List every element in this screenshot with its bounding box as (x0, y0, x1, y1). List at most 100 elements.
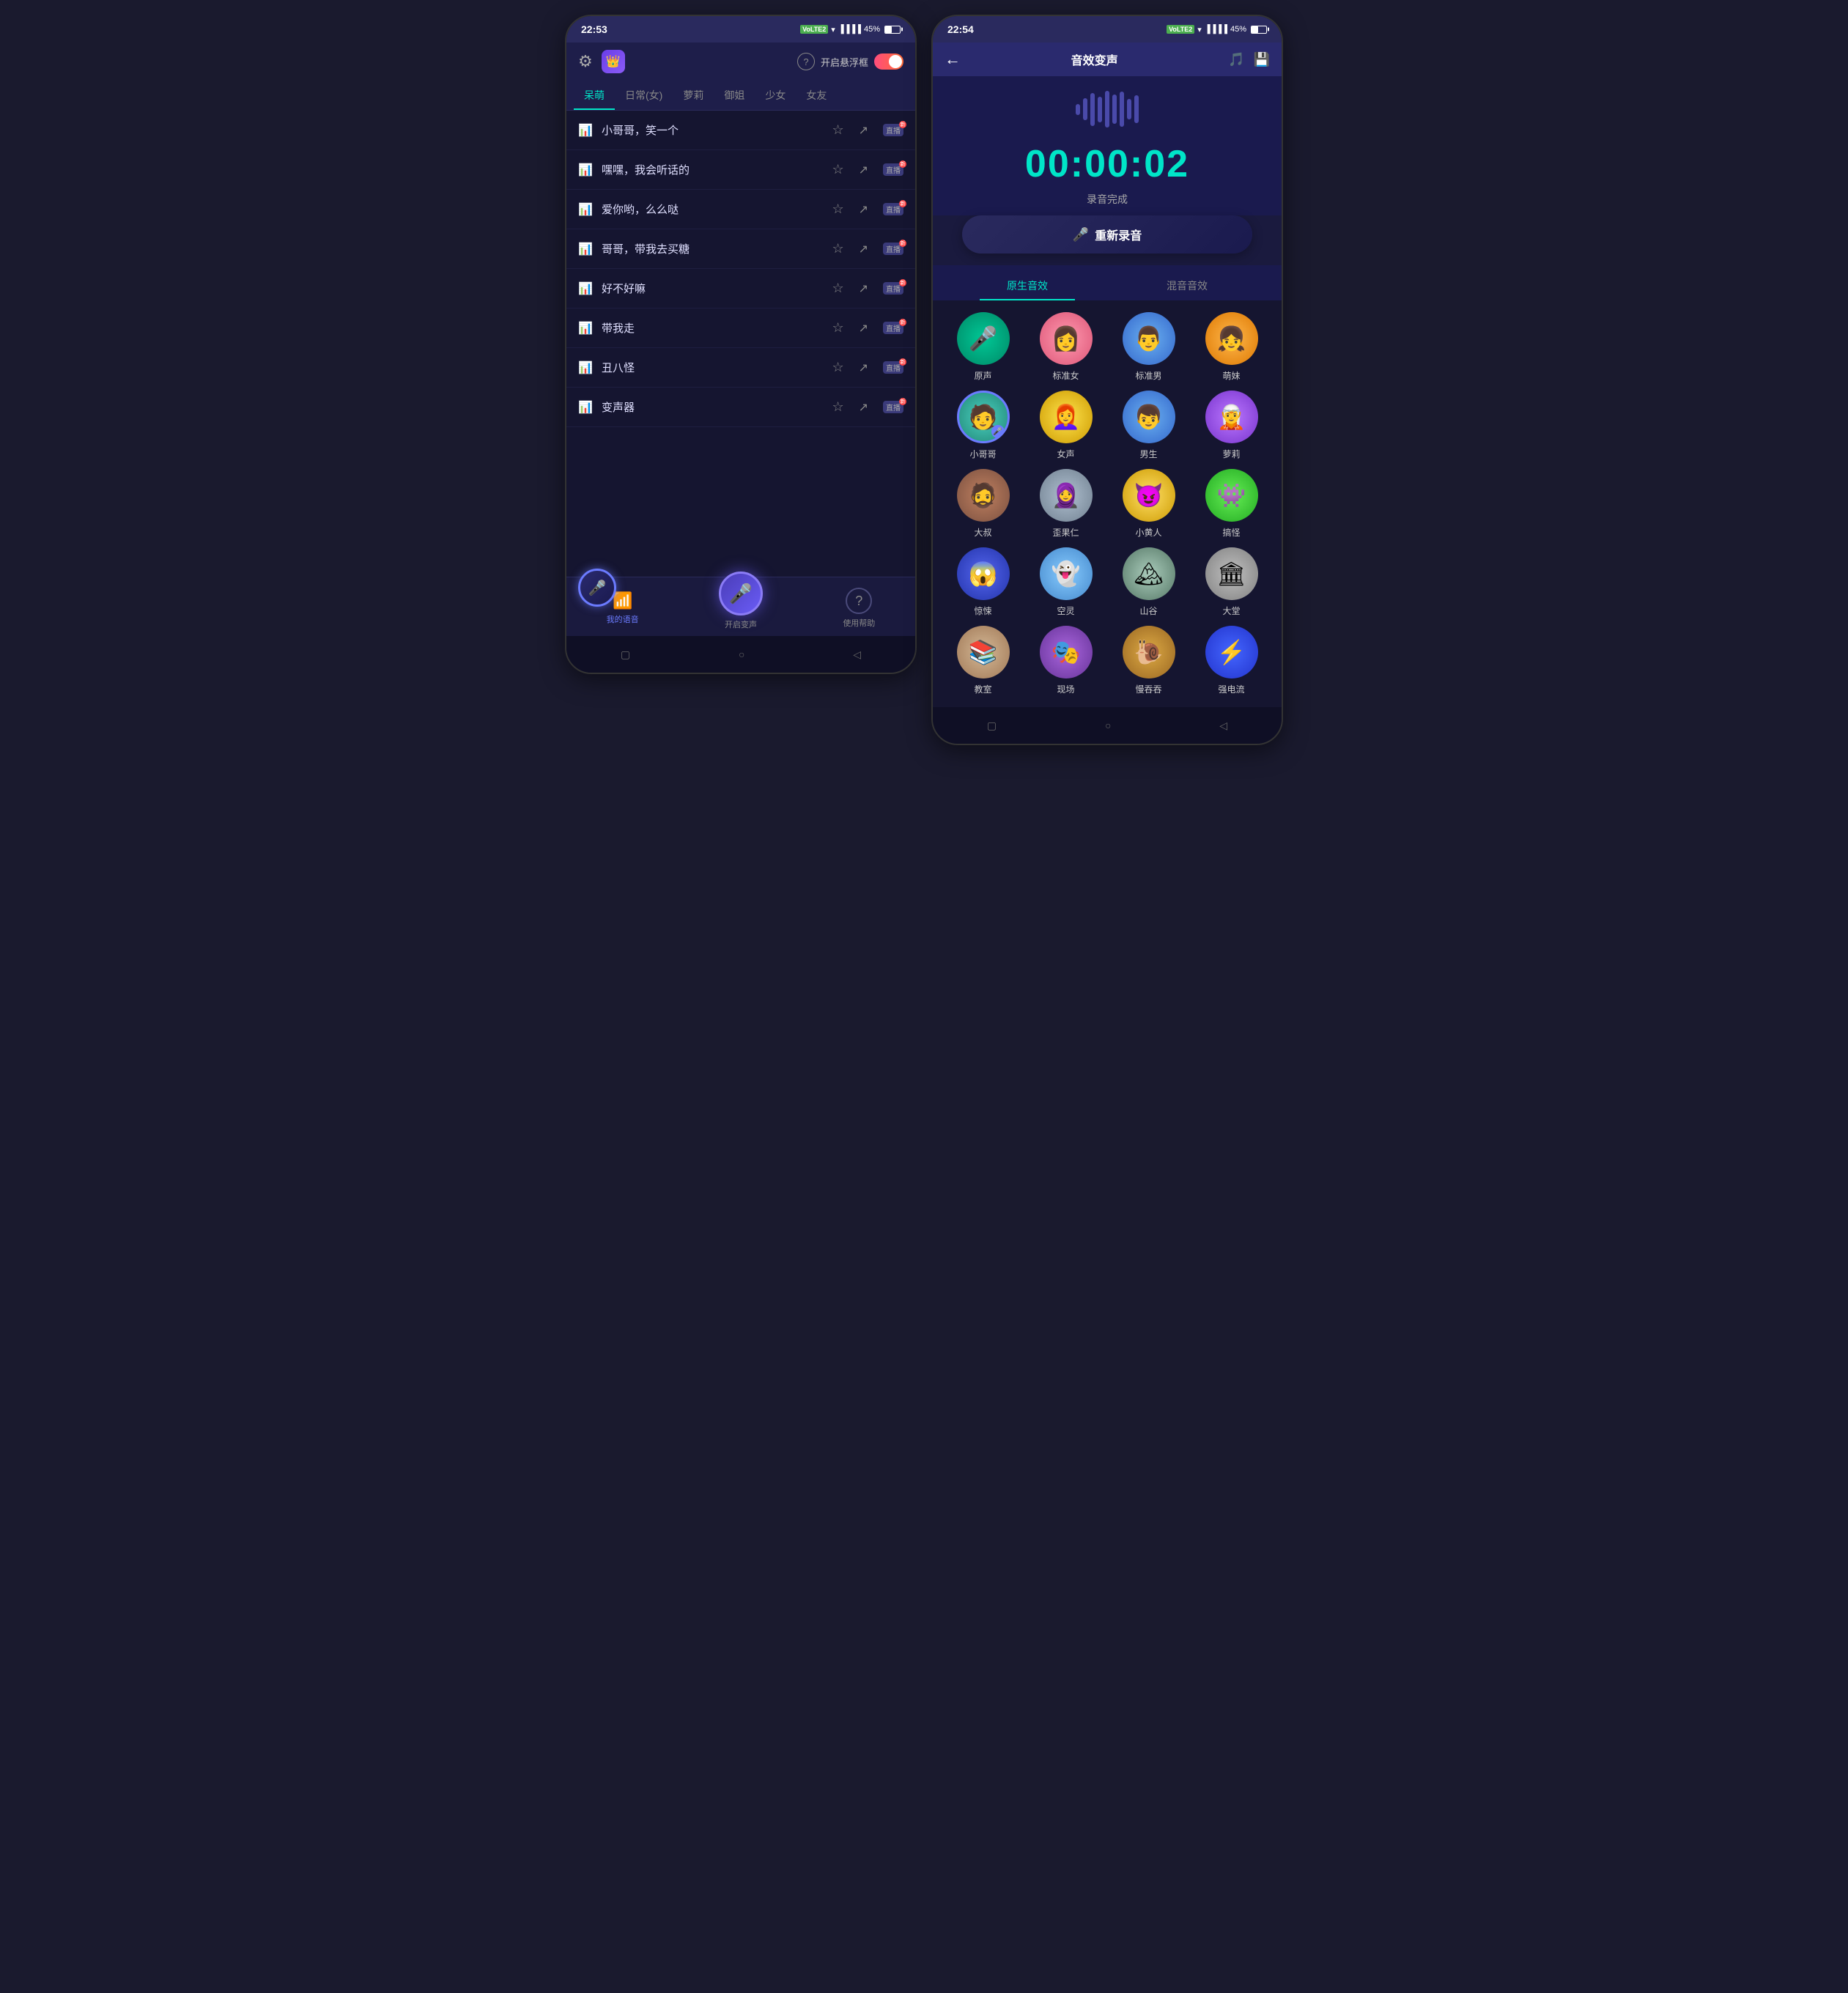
effect-electric[interactable]: ⚡ 强电流 (1193, 626, 1270, 695)
voice-item-2[interactable]: 📊 嘿嘿，我会听话的 ☆ ↗ 直播 新 (566, 150, 915, 190)
effect-name-classroom: 教室 (974, 683, 991, 695)
star-icon-5[interactable]: ☆ (832, 281, 843, 296)
save-icon[interactable]: 💾 (1254, 52, 1270, 67)
effect-classroom[interactable]: 📚 教室 (945, 626, 1021, 695)
crown-icon[interactable]: 👑 (602, 50, 625, 73)
effect-uncle[interactable]: 🧔 大叔 (945, 469, 1021, 539)
voice-item-1[interactable]: 📊 小哥哥，笑一个 ☆ ↗ 直播 新 (566, 111, 915, 150)
effect-hall[interactable]: 🏛 大堂 (1193, 547, 1270, 617)
tab-native-effects[interactable]: 原生音效 (947, 273, 1107, 300)
export-icon-8[interactable]: ↗ (859, 400, 868, 415)
voice-name-3: 爱你哟，么么哒 (602, 201, 823, 217)
phone2-header: ← 音效变声 🎵 💾 (933, 42, 1282, 76)
sys-circle-btn[interactable]: ○ (739, 648, 744, 660)
effect-name-valley: 山谷 (1139, 604, 1157, 617)
page-title: 音效变声 (1071, 51, 1118, 68)
voice-item-3[interactable]: 📊 爱你哟，么么哒 ☆ ↗ 直播 新 (566, 190, 915, 229)
voice-item-5[interactable]: 📊 好不好嘛 ☆ ↗ 直播 新 (566, 269, 915, 308)
wave-icon-5: 📊 (578, 281, 593, 296)
nav-help[interactable]: ? 使用帮助 (843, 588, 875, 629)
effect-avatar-hall: 🏛 (1205, 547, 1258, 600)
sys-circle-btn-2[interactable]: ○ (1105, 720, 1111, 731)
export-icon-5[interactable]: ↗ (859, 281, 868, 296)
sys-square-btn-2[interactable]: ▢ (987, 720, 997, 732)
effect-cute-girl[interactable]: 👧 萌妹 (1193, 312, 1270, 382)
waveform-bars (1076, 91, 1139, 127)
effect-name-uncle: 大叔 (974, 526, 991, 539)
effect-female-voice[interactable]: 👩‍🦰 女声 (1027, 391, 1104, 460)
nav-start-voice[interactable]: 🎤 开启变声 (719, 586, 763, 630)
float-toggle[interactable] (874, 53, 903, 70)
export-icon-2[interactable]: ↗ (859, 163, 868, 177)
star-icon-7[interactable]: ☆ (832, 360, 843, 375)
export-icon-3[interactable]: ↗ (859, 202, 868, 217)
new-dot-2: 新 (899, 160, 906, 168)
volte-badge-1: VoLTE2 (800, 25, 828, 34)
star-icon-3[interactable]: ☆ (832, 201, 843, 217)
sys-square-btn[interactable]: ▢ (621, 648, 630, 661)
effect-avatar-monster: 👾 (1205, 469, 1258, 522)
effect-name-luoli: 萝莉 (1222, 448, 1240, 460)
tab-shaonv[interactable]: 少女 (755, 81, 796, 110)
timer-text: 00:00:02 (1025, 142, 1189, 186)
voice-name-7: 丑八怪 (602, 360, 823, 375)
rerecord-button[interactable]: 🎤 重新录音 (962, 215, 1252, 254)
effect-male[interactable]: 👦 男生 (1110, 391, 1187, 460)
sys-back-btn[interactable]: ◁ (853, 648, 861, 661)
wave-icon-4: 📊 (578, 242, 593, 256)
effect-valley[interactable]: 🏔 山谷 (1110, 547, 1187, 617)
help-nav-icon: ? (846, 588, 872, 614)
effect-standard-female[interactable]: 👩 标准女 (1027, 312, 1104, 382)
tab-daily-female[interactable]: 日常(女) (615, 81, 673, 110)
tab-yujie[interactable]: 御姐 (714, 81, 755, 110)
nav-start-label: 开启变声 (725, 618, 757, 630)
tab-daomeng[interactable]: 呆萌 (574, 81, 615, 110)
music-list-icon[interactable]: 🎵 (1228, 52, 1244, 67)
effect-monster[interactable]: 👾 搞怪 (1193, 469, 1270, 539)
back-button[interactable]: ← (945, 50, 961, 69)
export-icon-4[interactable]: ↗ (859, 242, 868, 256)
export-icon-6[interactable]: ↗ (859, 321, 868, 336)
help-icon[interactable]: ? (797, 53, 815, 70)
tab-mix-effects[interactable]: 混音音效 (1107, 273, 1267, 300)
wave-icon-2: 📊 (578, 163, 593, 177)
header-right: ? 开启悬浮框 (797, 53, 903, 70)
tab-nvyou[interactable]: 女友 (796, 81, 837, 110)
effect-minion[interactable]: 😈 小黄人 (1110, 469, 1187, 539)
battery-label-2: 45% (1230, 25, 1246, 34)
settings-icon[interactable]: ⚙ (578, 52, 593, 71)
status-icons-2: VoLTE2 ▾ ▐▐▐▐ 45% (1167, 25, 1267, 34)
wbar-5 (1105, 91, 1109, 127)
star-icon-2[interactable]: ☆ (832, 162, 843, 177)
export-icon-7[interactable]: ↗ (859, 360, 868, 375)
star-icon-4[interactable]: ☆ (832, 241, 843, 256)
tab-luoli[interactable]: 萝莉 (673, 81, 714, 110)
export-icon-1[interactable]: ↗ (859, 123, 868, 138)
phone1-header: ⚙ 👑 ? 开启悬浮框 (566, 42, 915, 81)
voice-item-7[interactable]: 📊 丑八怪 ☆ ↗ 直播 新 (566, 348, 915, 388)
voice-name-2: 嘿嘿，我会听话的 (602, 162, 823, 177)
star-icon-8[interactable]: ☆ (832, 399, 843, 415)
voice-item-6[interactable]: 📊 带我走 ☆ ↗ 直播 新 (566, 308, 915, 348)
effect-ghost[interactable]: 👻 空灵 (1027, 547, 1104, 617)
new-dot-5: 新 (899, 279, 906, 286)
voice-item-8[interactable]: 📊 变声器 ☆ ↗ 直播 新 (566, 388, 915, 427)
effect-standard-male[interactable]: 👨 标准男 (1110, 312, 1187, 382)
effect-stage[interactable]: 🎭 现场 (1027, 626, 1104, 695)
star-icon-1[interactable]: ☆ (832, 122, 843, 138)
effect-young-bro[interactable]: 🧑 🎤 小哥哥 (945, 391, 1021, 460)
effect-avatar-std-female: 👩 (1040, 312, 1093, 365)
effect-luoli[interactable]: 🧝 萝莉 (1193, 391, 1270, 460)
sys-back-btn-2[interactable]: ◁ (1219, 720, 1227, 732)
mic-btn[interactable]: 🎤 (719, 572, 763, 615)
effect-original[interactable]: 🎤 原声 (945, 312, 1021, 382)
effect-slow[interactable]: 🐌 慢吞吞 (1110, 626, 1187, 695)
effect-horror[interactable]: 😱 惊悚 (945, 547, 1021, 617)
voice-name-4: 哥哥，带我去买糖 (602, 241, 823, 256)
floating-mic-button[interactable]: 🎤 (578, 569, 616, 607)
effect-avatar-foreigner: 🧕 (1040, 469, 1093, 522)
effect-foreigner[interactable]: 🧕 歪果仁 (1027, 469, 1104, 539)
effect-avatar-electric: ⚡ (1205, 626, 1258, 678)
star-icon-6[interactable]: ☆ (832, 320, 843, 336)
voice-item-4[interactable]: 📊 哥哥，带我去买糖 ☆ ↗ 直播 新 (566, 229, 915, 269)
